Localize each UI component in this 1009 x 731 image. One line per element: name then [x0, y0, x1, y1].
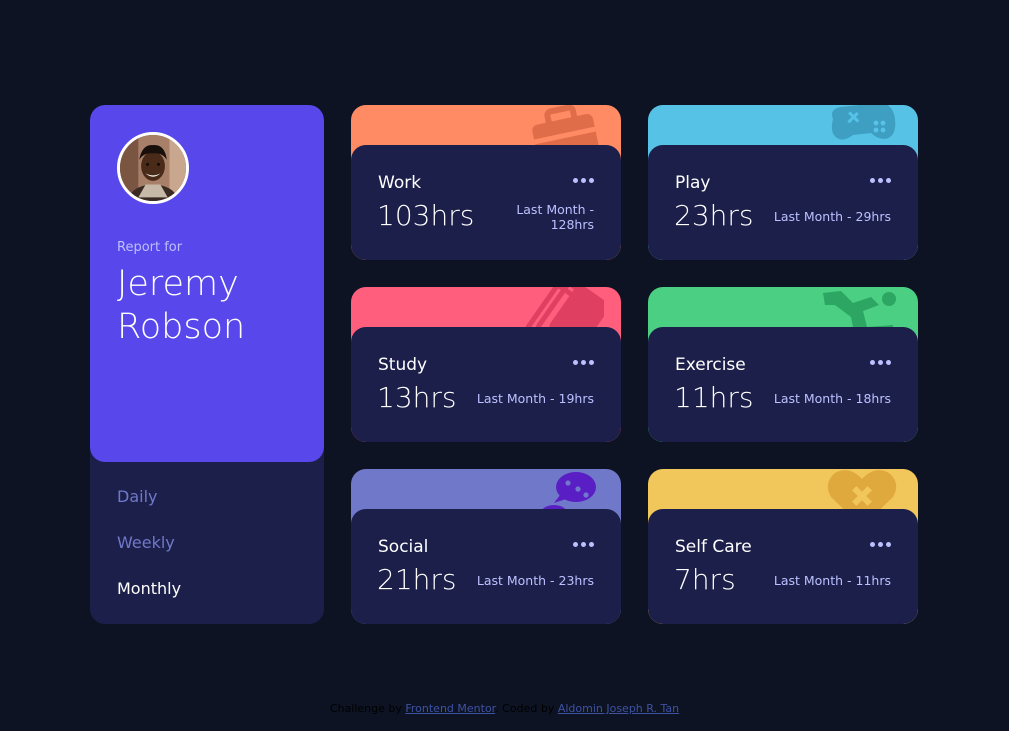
card-work-title: Work	[378, 173, 422, 193]
card-work-current: 103hrs	[377, 199, 475, 232]
card-self-care-previous: Last Month - 11hrs	[773, 573, 891, 588]
card-play-previous: Last Month - 29hrs	[773, 209, 891, 224]
attribution-coded-prefix: . Coded by	[495, 702, 555, 715]
card-study-body: Study 13hrs Last Month - 19hrs	[351, 327, 621, 442]
card-self-care-title: Self Care	[675, 537, 752, 557]
card-study-previous: Last Month - 19hrs	[476, 391, 594, 406]
card-self-care-menu-icon[interactable]	[870, 536, 892, 550]
frontend-mentor-link[interactable]: Frontend Mentor	[405, 702, 495, 715]
avatar	[117, 132, 189, 204]
card-work-previous: Last Month - 128hrs	[516, 202, 594, 232]
report-label: Report for	[117, 240, 183, 255]
card-exercise: Exercise 11hrs Last Month - 18hrs	[648, 287, 918, 442]
card-social-title: Social	[378, 537, 429, 557]
profile-header: Report for Jeremy Robson	[90, 105, 324, 462]
card-social-previous: Last Month - 23hrs	[476, 573, 594, 588]
card-self-care-current: 7hrs	[674, 563, 736, 596]
card-play-current: 23hrs	[674, 199, 754, 232]
card-social: Social 21hrs Last Month - 23hrs	[351, 469, 621, 624]
card-study-title: Study	[378, 355, 428, 375]
attribution-footer: Challenge by Frontend Mentor. Coded by A…	[0, 702, 1009, 715]
card-play-body: Play 23hrs Last Month - 29hrs	[648, 145, 918, 260]
card-self-care: Self Care 7hrs Last Month - 11hrs	[648, 469, 918, 624]
card-play-menu-icon[interactable]	[870, 172, 892, 186]
card-self-care-body: Self Care 7hrs Last Month - 11hrs	[648, 509, 918, 624]
attribution-challenge-prefix: Challenge by	[329, 702, 402, 715]
period-weekly[interactable]: Weekly	[117, 533, 175, 552]
card-exercise-body: Exercise 11hrs Last Month - 18hrs	[648, 327, 918, 442]
card-work: Work 103hrs Last Month - 128hrs	[351, 105, 621, 260]
period-daily[interactable]: Daily	[117, 487, 157, 506]
card-exercise-menu-icon[interactable]	[870, 354, 892, 368]
card-social-body: Social 21hrs Last Month - 23hrs	[351, 509, 621, 624]
card-play: Play 23hrs Last Month - 29hrs	[648, 105, 918, 260]
card-work-menu-icon[interactable]	[573, 172, 595, 186]
card-study-current: 13hrs	[377, 381, 457, 414]
user-avatar-icon	[120, 135, 186, 201]
author-link[interactable]: Aldomin Joseph R. Tan	[558, 702, 679, 715]
card-study-menu-icon[interactable]	[573, 354, 595, 368]
period-monthly[interactable]: Monthly	[117, 579, 181, 598]
profile-card: Report for Jeremy Robson Daily Weekly Mo…	[90, 105, 324, 624]
user-name: Jeremy Robson	[117, 264, 246, 347]
card-play-title: Play	[675, 173, 711, 193]
card-study: Study 13hrs Last Month - 19hrs	[351, 287, 621, 442]
card-exercise-title: Exercise	[675, 355, 746, 375]
card-exercise-current: 11hrs	[674, 381, 754, 414]
card-exercise-previous: Last Month - 18hrs	[773, 391, 891, 406]
card-social-current: 21hrs	[377, 563, 457, 596]
card-social-menu-icon[interactable]	[573, 536, 595, 550]
card-work-body: Work 103hrs Last Month - 128hrs	[351, 145, 621, 260]
